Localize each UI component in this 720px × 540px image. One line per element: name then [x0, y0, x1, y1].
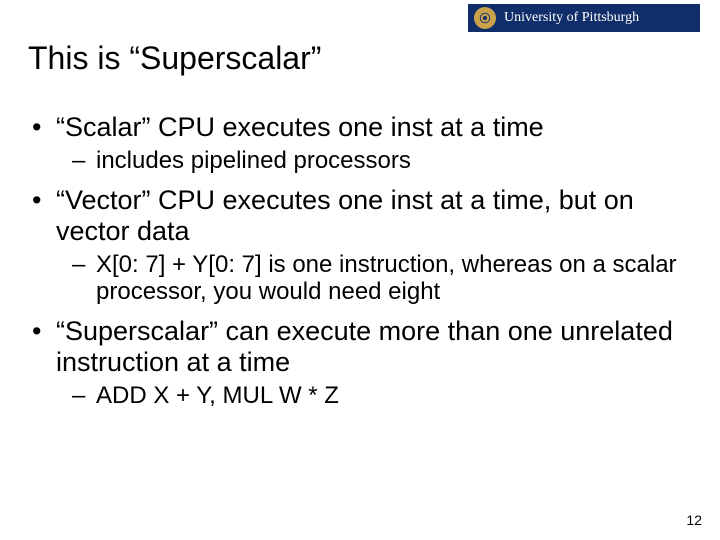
shield-icon: ⦿ — [474, 7, 496, 29]
bullet-subitem: includes pipelined processors — [28, 147, 692, 175]
university-logo: ⦿ University of Pittsburgh — [468, 4, 700, 32]
slide-title: This is “Superscalar” — [28, 40, 321, 77]
slide-body: “Scalar” CPU executes one inst at a time… — [28, 104, 692, 420]
bullet-subitem: ADD X + Y, MUL W * Z — [28, 382, 692, 410]
bullet-item: “Superscalar” can execute more than one … — [28, 316, 692, 378]
logo-text: University of Pittsburgh — [504, 10, 639, 26]
bullet-item: “Scalar” CPU executes one inst at a time — [28, 112, 692, 143]
slide: ⦿ University of Pittsburgh This is “Supe… — [0, 0, 720, 540]
page-number: 12 — [686, 512, 702, 528]
bullet-subitem: X[0: 7] + Y[0: 7] is one instruction, wh… — [28, 251, 692, 306]
bullet-item: “Vector” CPU executes one inst at a time… — [28, 185, 692, 247]
